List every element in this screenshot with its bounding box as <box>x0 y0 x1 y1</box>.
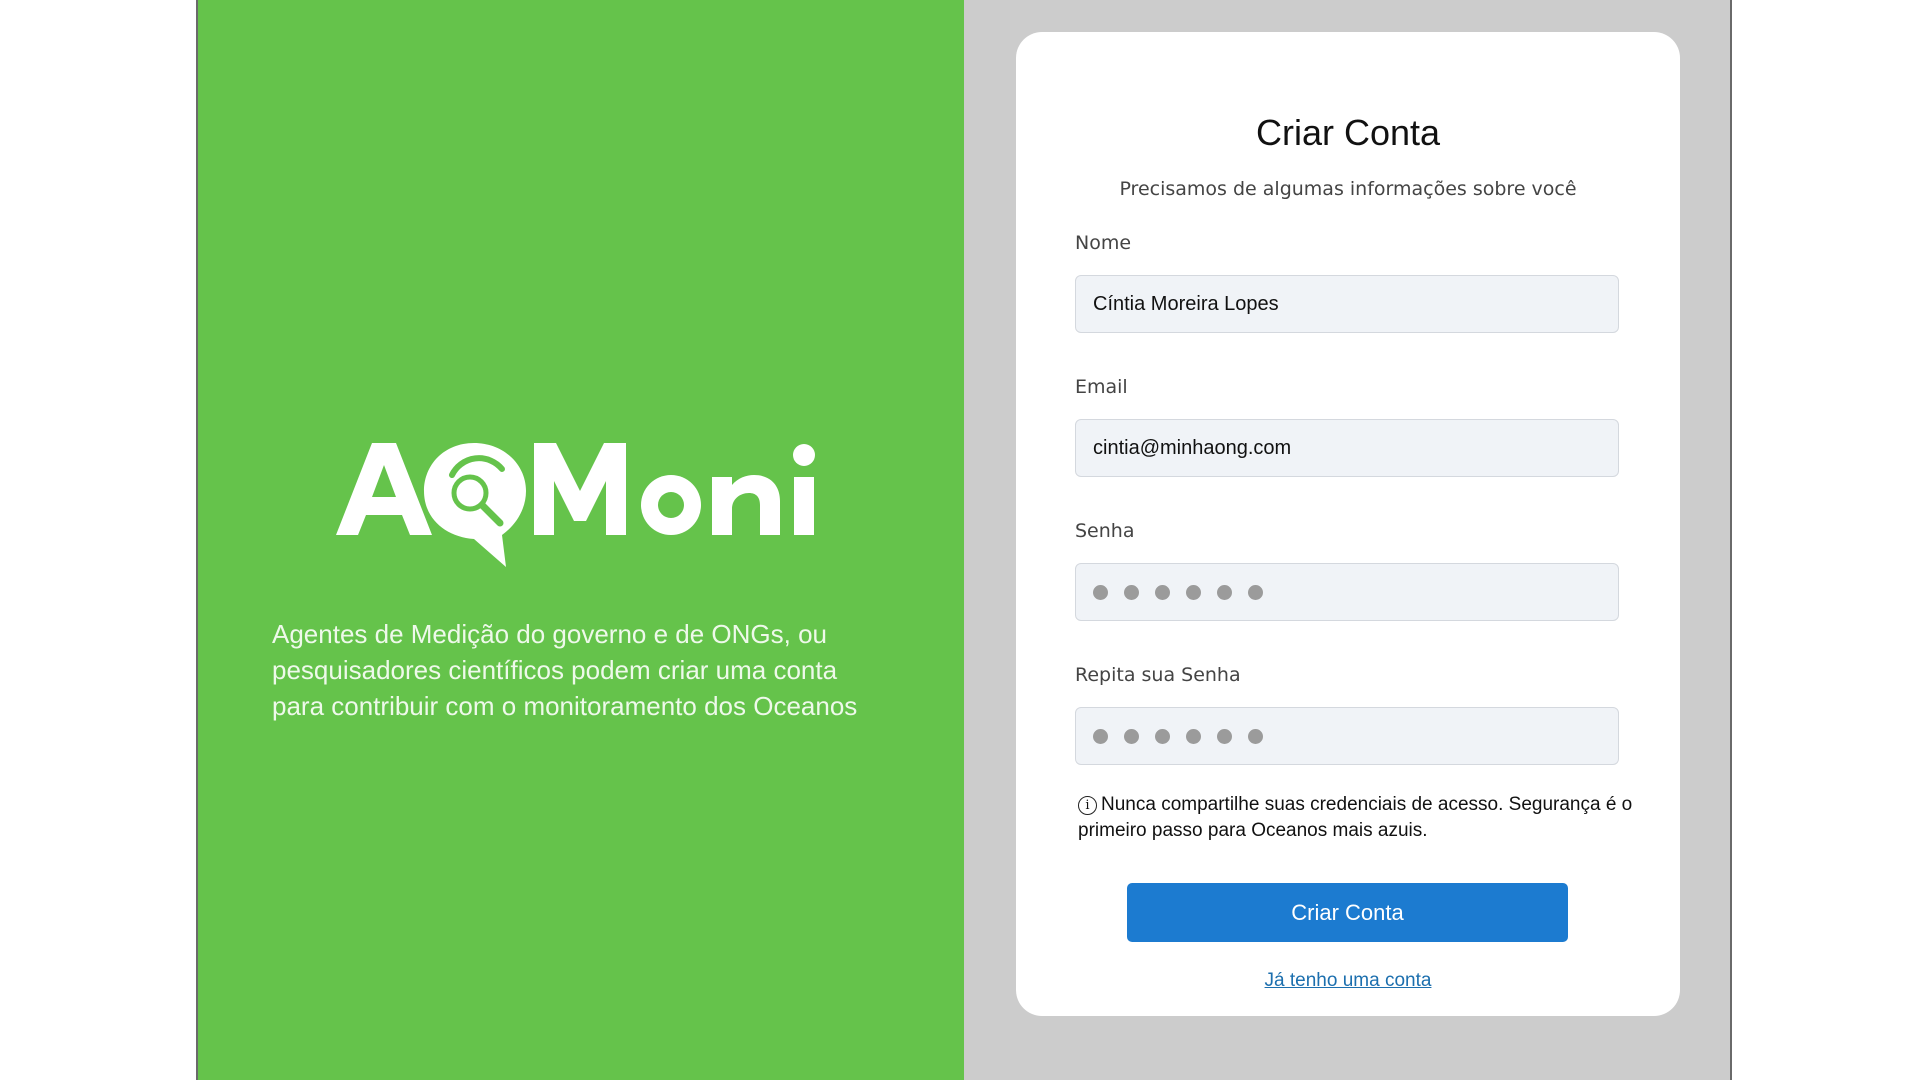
name-value: Cíntia Moreira Lopes <box>1093 292 1279 315</box>
password-label: Senha <box>1075 520 1135 542</box>
password-field[interactable] <box>1075 563 1619 621</box>
aqmoni-logo <box>336 443 815 567</box>
security-notice: i Nunca compartilhe suas credenciais de a… <box>1078 792 1638 844</box>
confirm-password-field[interactable] <box>1075 707 1619 765</box>
password-mask <box>1093 584 1263 600</box>
confirm-password-label: Repita sua Senha <box>1075 664 1241 686</box>
app-frame: Agentes de Medição do governo e de ONGs,… <box>196 0 1732 1080</box>
have-account-link[interactable]: Já tenho uma conta <box>1016 970 1680 992</box>
brand-tagline: Agentes de Medição do governo e de ONGs,… <box>272 619 858 721</box>
form-title: Criar Conta <box>1255 112 1441 153</box>
info-icon: i <box>1078 796 1097 815</box>
form-panel: Criar Conta Precisamos de algumas inform… <box>964 0 1730 1080</box>
form-subtitle: Precisamos de algumas informações sobre … <box>1119 178 1577 200</box>
email-value: cintia@minhaong.com <box>1093 436 1292 459</box>
brand-panel: Agentes de Medição do governo e de ONGs,… <box>198 0 964 1080</box>
name-field[interactable]: Cíntia Moreira Lopes <box>1075 275 1619 333</box>
email-label: Email <box>1075 376 1128 398</box>
security-notice-text: Nunca compartilhe suas credenciais de ac… <box>1078 794 1633 841</box>
signup-card: Criar Conta Precisamos de algumas inform… <box>1016 32 1680 1016</box>
name-label: Nome <box>1075 232 1132 254</box>
confirm-password-mask <box>1093 728 1263 744</box>
create-account-button[interactable]: Criar Conta <box>1127 883 1568 942</box>
email-field[interactable]: cintia@minhaong.com <box>1075 419 1619 477</box>
